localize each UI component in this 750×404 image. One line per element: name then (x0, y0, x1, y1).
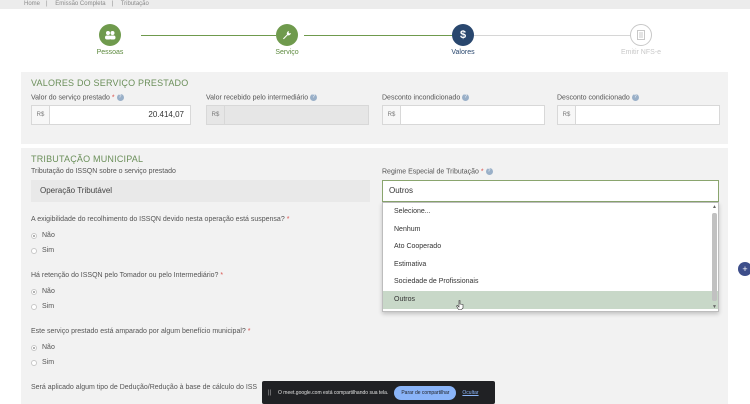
issqn-value: Operação Tributável (31, 180, 370, 202)
step-emitir[interactable]: Emitir NFS-e (601, 24, 681, 56)
people-icon (99, 24, 121, 46)
step-label: Pessoas (96, 49, 124, 56)
screen-share-bar: || O meet.google.com está compartilhando… (262, 381, 495, 404)
q-beneficio: Este serviço prestado está amparado por … (31, 328, 251, 335)
option-estimativa[interactable]: Estimativa (383, 256, 718, 274)
valor-servico-input[interactable]: R$ 20.414,07 (31, 105, 191, 125)
step-label: Valores (451, 49, 475, 56)
radio-beneficio-sim[interactable]: Sim (31, 359, 54, 366)
q-retencao: Há retenção do ISSQN pelo Tomador ou pel… (31, 272, 224, 279)
section-title: TRIBUTAÇÃO MUNICIPAL (31, 154, 144, 164)
radio-exigibilidade-sim[interactable]: Sim (31, 247, 54, 254)
scroll-thumb[interactable] (712, 213, 717, 301)
breadcrumb-tributacao: Tributação (120, 1, 149, 7)
desconto-condicionado-input[interactable]: R$ (557, 105, 720, 125)
dropdown-scrollbar[interactable]: ▲ ▼ (712, 205, 717, 311)
valores-section: VALORES DO SERVIÇO PRESTADO Valor do ser… (21, 72, 728, 144)
help-icon[interactable]: ? (485, 168, 493, 175)
q-exigibilidade: A exigibilidade do recolhimento do ISSQN… (31, 216, 290, 223)
regime-select[interactable]: Outros (382, 180, 719, 202)
scroll-up-icon[interactable]: ▲ (712, 205, 717, 210)
chat-fab-button[interactable]: + (738, 262, 750, 276)
desconto-incondicionado-label: Desconto incondicionado ? (382, 94, 470, 101)
help-icon[interactable]: ? (116, 94, 124, 101)
document-icon (630, 24, 652, 46)
breadcrumb: Home | Emissão Completa | Tributação (0, 0, 750, 9)
option-outros[interactable]: Outros (383, 290, 718, 309)
radio-exigibilidade-nao[interactable]: Não (31, 232, 55, 239)
step-label: Emitir NFS-e (620, 49, 662, 56)
dollar-icon: $ (452, 24, 474, 46)
valor-intermediario-label: Valor recebido pelo intermediário ? (206, 94, 318, 101)
radio-beneficio-nao[interactable]: Não (31, 344, 55, 351)
option-ato-cooperado[interactable]: Ato Cooperado (383, 238, 718, 256)
share-text: O meet.google.com está compartilhando su… (278, 389, 389, 396)
valor-servico-label: Valor do serviço prestado * ? (31, 94, 124, 101)
step-servico[interactable]: Serviço (247, 24, 327, 56)
pause-icon: || (268, 389, 272, 396)
radio-retencao-nao[interactable]: Não (31, 288, 55, 295)
regime-label: Regime Especial de Tributação * ? (382, 168, 493, 175)
breadcrumb-home[interactable]: Home (24, 1, 40, 7)
valor-intermediario-input: R$ (206, 105, 369, 125)
hand-cursor-icon (456, 300, 464, 310)
help-icon[interactable]: ? (462, 94, 470, 101)
step-label: Serviço (275, 49, 299, 56)
help-icon[interactable]: ? (310, 94, 318, 101)
step-valores[interactable]: $ Valores (423, 24, 503, 56)
option-nenhum[interactable]: Nenhum (383, 221, 718, 239)
hide-link[interactable]: Ocultar (462, 390, 478, 396)
section-title: VALORES DO SERVIÇO PRESTADO (31, 78, 189, 88)
scroll-down-icon[interactable]: ▼ (712, 305, 717, 310)
option-selecione[interactable]: Selecione... (383, 203, 718, 221)
help-icon[interactable]: ? (631, 94, 639, 101)
stepper: Pessoas Serviço $ Valores Emitir NFS-e (21, 12, 728, 70)
regime-dropdown[interactable]: Selecione... Nenhum Ato Cooperado Estima… (382, 202, 719, 312)
radio-retencao-sim[interactable]: Sim (31, 303, 54, 310)
desconto-condicionado-label: Desconto condicionado ? (557, 94, 639, 101)
desconto-incondicionado-input[interactable]: R$ (382, 105, 545, 125)
q-deducao: Será aplicado algum tipo de Dedução/Redu… (31, 384, 258, 391)
breadcrumb-emissao[interactable]: Emissão Completa (55, 1, 105, 7)
step-pessoas[interactable]: Pessoas (70, 24, 150, 56)
wrench-icon (276, 24, 298, 46)
stop-sharing-button[interactable]: Parar de compartilhar (394, 385, 457, 400)
option-sociedade[interactable]: Sociedade de Profissionais (383, 273, 718, 291)
issqn-label: Tributação do ISSQN sobre o serviço pres… (31, 168, 176, 175)
